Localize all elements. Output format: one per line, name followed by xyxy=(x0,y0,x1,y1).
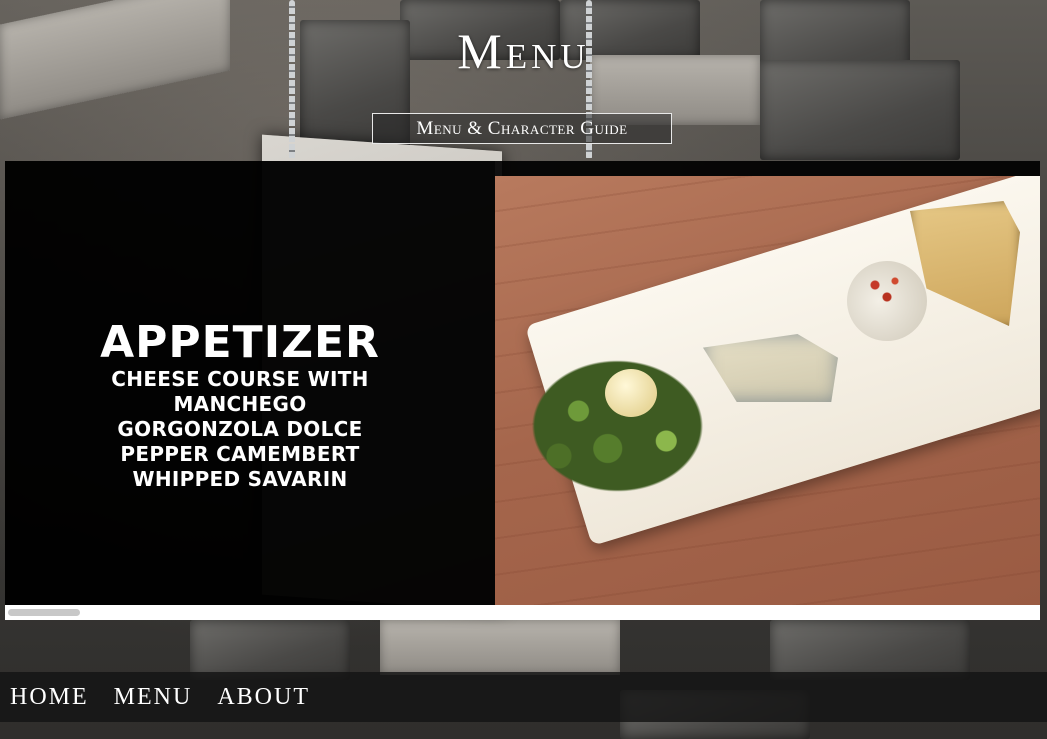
brick xyxy=(190,620,350,680)
course-line: MANCHEGO xyxy=(173,392,307,416)
page-title: Menu xyxy=(457,23,590,79)
nav-menu-link[interactable]: MENU xyxy=(114,684,193,711)
menu-character-guide-button[interactable]: Menu & Character Guide xyxy=(372,113,672,144)
whipped-cheese-ball xyxy=(847,261,927,341)
nav-about-link[interactable]: ABOUT xyxy=(217,684,310,711)
cheese-plate-photo xyxy=(495,176,1040,605)
course-line: WHIPPED SAVARIN xyxy=(132,467,348,491)
nav-home-link[interactable]: HOME xyxy=(10,684,89,711)
page: Menu Menu & Character Guide APPETIZER CH… xyxy=(0,0,1047,739)
carousel-scrollbar[interactable] xyxy=(5,605,1040,620)
course-line: GORGONZOLA DOLCE xyxy=(117,417,363,441)
quail-egg xyxy=(605,369,657,417)
scrollbar-thumb[interactable] xyxy=(8,609,80,616)
brick xyxy=(770,620,970,680)
wood-plank xyxy=(380,620,620,675)
course-description: CHEESE COURSE WITH MANCHEGO GORGONZOLA D… xyxy=(5,367,475,492)
bottom-nav: HOME MENU ABOUT xyxy=(0,672,1047,722)
course-line: CHEESE COURSE WITH xyxy=(111,367,369,391)
course-heading: APPETIZER xyxy=(100,317,380,368)
slide-caption: APPETIZER CHEESE COURSE WITH MANCHEGO GO… xyxy=(5,161,495,605)
menu-carousel[interactable]: APPETIZER CHEESE COURSE WITH MANCHEGO GO… xyxy=(5,161,1040,620)
course-line: PEPPER CAMEMBERT xyxy=(120,442,360,466)
